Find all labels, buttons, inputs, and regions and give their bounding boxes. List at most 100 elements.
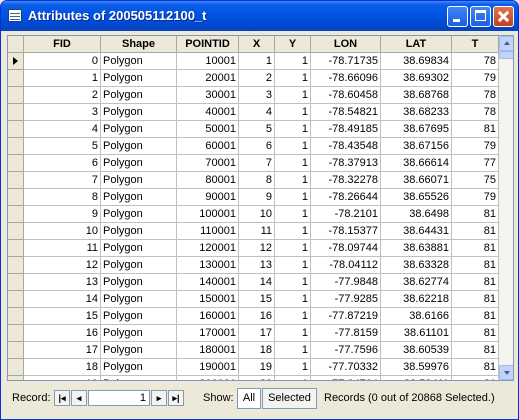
cell-t[interactable]: 79 xyxy=(452,189,499,206)
row-selector[interactable] xyxy=(8,172,24,189)
cell-shape[interactable]: Polygon xyxy=(101,308,177,325)
cell-y[interactable]: 1 xyxy=(275,342,311,359)
cell-y[interactable]: 1 xyxy=(275,206,311,223)
cell-x[interactable]: 11 xyxy=(239,223,275,240)
row-selector[interactable] xyxy=(8,240,24,257)
close-button[interactable] xyxy=(493,6,514,27)
column-header-lon[interactable]: LON xyxy=(311,36,381,53)
minimize-button[interactable] xyxy=(447,6,468,27)
table-row[interactable]: 1 Polygon 20001 2 1 -78.66096 38.69302 79 xyxy=(8,70,499,87)
record-number-input[interactable] xyxy=(88,390,150,406)
cell-lat[interactable]: 38.68233 xyxy=(381,104,452,121)
cell-pointid[interactable]: 160001 xyxy=(177,308,239,325)
table-row[interactable]: 14 Polygon 150001 15 1 -77.9285 38.62218 81 xyxy=(8,291,499,308)
cell-y[interactable]: 1 xyxy=(275,70,311,87)
cell-lat[interactable]: 38.69302 xyxy=(381,70,452,87)
cell-y[interactable]: 1 xyxy=(275,223,311,240)
cell-fid[interactable]: 6 xyxy=(24,155,101,172)
cell-shape[interactable]: Polygon xyxy=(101,87,177,104)
cell-shape[interactable]: Polygon xyxy=(101,53,177,70)
cell-lon[interactable]: -77.70332 xyxy=(311,359,381,376)
title-bar[interactable]: Attributes of 200505112100_t xyxy=(1,1,518,31)
cell-pointid[interactable]: 120001 xyxy=(177,240,239,257)
row-selector-header[interactable] xyxy=(8,36,24,53)
cell-lat[interactable]: 38.60539 xyxy=(381,342,452,359)
maximize-button[interactable] xyxy=(470,6,491,27)
cell-lon[interactable]: -77.8159 xyxy=(311,325,381,342)
cell-x[interactable]: 2 xyxy=(239,70,275,87)
row-selector[interactable] xyxy=(8,223,24,240)
cell-t[interactable]: 81 xyxy=(452,223,499,240)
cell-lon[interactable]: -77.64704 xyxy=(311,376,381,380)
cell-lon[interactable]: -78.2101 xyxy=(311,206,381,223)
first-record-button[interactable]: |◂ xyxy=(54,390,70,406)
row-selector[interactable] xyxy=(8,206,24,223)
table-row[interactable]: 4 Polygon 50001 5 1 -78.49185 38.67695 81 xyxy=(8,121,499,138)
cell-y[interactable]: 1 xyxy=(275,274,311,291)
cell-pointid[interactable]: 180001 xyxy=(177,342,239,359)
cell-lat[interactable]: 38.63881 xyxy=(381,240,452,257)
cell-lat[interactable]: 38.67695 xyxy=(381,121,452,138)
cell-lon[interactable]: -77.7596 xyxy=(311,342,381,359)
table-row[interactable]: 16 Polygon 170001 17 1 -77.8159 38.61101 81 xyxy=(8,325,499,342)
cell-fid[interactable]: 5 xyxy=(24,138,101,155)
row-selector[interactable] xyxy=(8,138,24,155)
cell-x[interactable]: 4 xyxy=(239,104,275,121)
cell-lon[interactable]: -78.54821 xyxy=(311,104,381,121)
cell-lat[interactable]: 38.67156 xyxy=(381,138,452,155)
cell-y[interactable]: 1 xyxy=(275,138,311,155)
cell-shape[interactable]: Polygon xyxy=(101,189,177,206)
cell-x[interactable]: 20 xyxy=(239,376,275,380)
cell-t[interactable]: 78 xyxy=(452,104,499,121)
cell-shape[interactable]: Polygon xyxy=(101,376,177,380)
cell-lat[interactable]: 38.65526 xyxy=(381,189,452,206)
cell-lat[interactable]: 38.64431 xyxy=(381,223,452,240)
cell-shape[interactable]: Polygon xyxy=(101,257,177,274)
cell-x[interactable]: 16 xyxy=(239,308,275,325)
cell-lon[interactable]: -78.71735 xyxy=(311,53,381,70)
cell-shape[interactable]: Polygon xyxy=(101,240,177,257)
cell-shape[interactable]: Polygon xyxy=(101,325,177,342)
cell-lat[interactable]: 38.62774 xyxy=(381,274,452,291)
row-selector[interactable] xyxy=(8,155,24,172)
table-row[interactable]: 18 Polygon 190001 19 1 -77.70332 38.59976 81 xyxy=(8,359,499,376)
cell-fid[interactable]: 7 xyxy=(24,172,101,189)
cell-pointid[interactable]: 10001 xyxy=(177,53,239,70)
cell-lat[interactable]: 38.59411 xyxy=(381,376,452,380)
cell-lat[interactable]: 38.62218 xyxy=(381,291,452,308)
cell-y[interactable]: 1 xyxy=(275,240,311,257)
scroll-down-button[interactable] xyxy=(499,365,513,380)
cell-t[interactable]: 78 xyxy=(452,87,499,104)
cell-shape[interactable]: Polygon xyxy=(101,104,177,121)
cell-x[interactable]: 15 xyxy=(239,291,275,308)
cell-t[interactable]: 77 xyxy=(452,155,499,172)
cell-shape[interactable]: Polygon xyxy=(101,359,177,376)
cell-shape[interactable]: Polygon xyxy=(101,155,177,172)
cell-pointid[interactable]: 170001 xyxy=(177,325,239,342)
column-header-t[interactable]: T xyxy=(452,36,499,53)
table-row[interactable]: 15 Polygon 160001 16 1 -77.87219 38.6166 81 xyxy=(8,308,499,325)
cell-pointid[interactable]: 200001 xyxy=(177,376,239,380)
cell-t[interactable]: 81 xyxy=(452,376,499,380)
cell-y[interactable]: 1 xyxy=(275,172,311,189)
cell-pointid[interactable]: 90001 xyxy=(177,189,239,206)
row-selector[interactable] xyxy=(8,274,24,291)
cell-y[interactable]: 1 xyxy=(275,376,311,380)
cell-x[interactable]: 5 xyxy=(239,121,275,138)
previous-record-button[interactable]: ◂ xyxy=(71,390,87,406)
cell-fid[interactable]: 13 xyxy=(24,274,101,291)
cell-fid[interactable]: 11 xyxy=(24,240,101,257)
cell-t[interactable]: 81 xyxy=(452,291,499,308)
row-selector[interactable] xyxy=(8,189,24,206)
scroll-up-button[interactable] xyxy=(499,36,513,51)
table-row[interactable]: 13 Polygon 140001 14 1 -77.9848 38.62774 81 xyxy=(8,274,499,291)
table-row[interactable]: 7 Polygon 80001 8 1 -78.32278 38.66071 75 xyxy=(8,172,499,189)
show-all-button[interactable]: All xyxy=(237,388,261,409)
row-selector[interactable] xyxy=(8,104,24,121)
cell-lon[interactable]: -78.26644 xyxy=(311,189,381,206)
column-header-x[interactable]: X xyxy=(239,36,275,53)
cell-t[interactable]: 81 xyxy=(452,325,499,342)
column-header-pointid[interactable]: POINTID xyxy=(177,36,239,53)
cell-y[interactable]: 1 xyxy=(275,189,311,206)
cell-x[interactable]: 3 xyxy=(239,87,275,104)
